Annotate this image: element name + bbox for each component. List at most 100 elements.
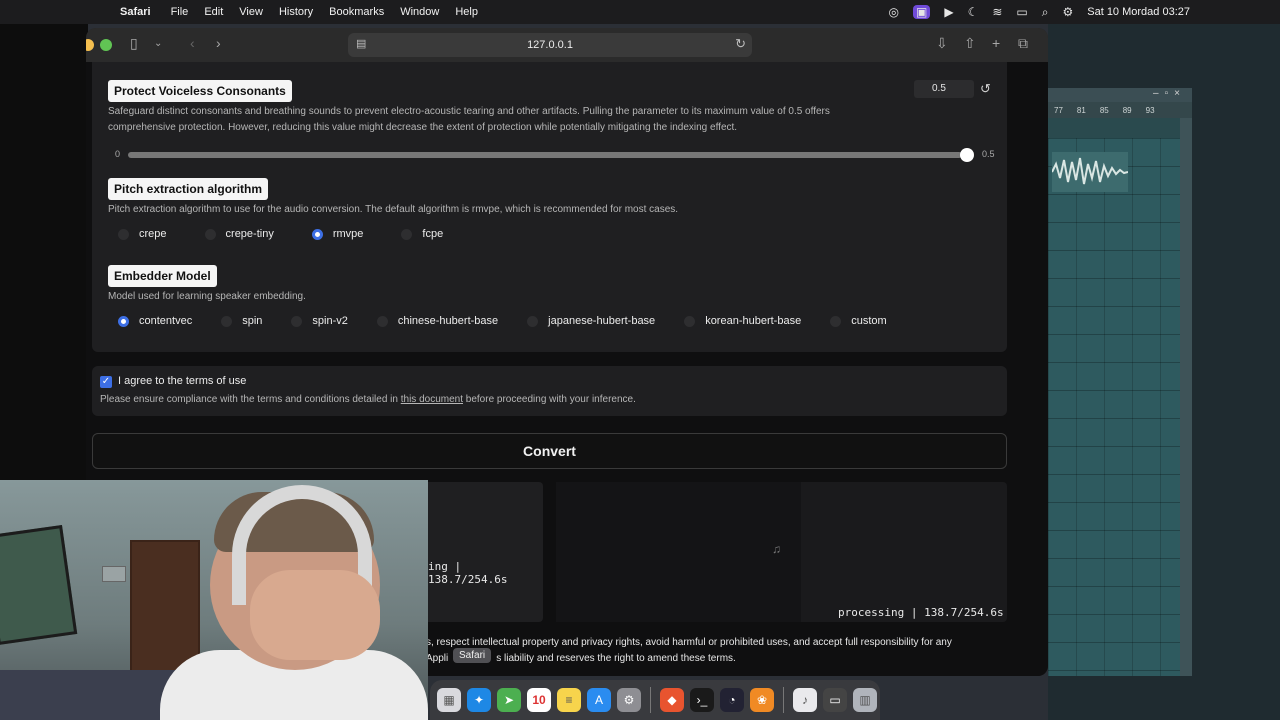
pitch-title: Pitch extraction algorithm [108, 178, 269, 200]
radio-dot[interactable] [291, 315, 303, 327]
radio-label: chinese-hubert-base [397, 315, 499, 327]
settings-card: Protect Voiceless Consonants Safeguard d… [92, 62, 1007, 352]
radio-dot[interactable] [830, 315, 842, 327]
terms-checkbox[interactable]: ✓ [100, 376, 112, 388]
maps-icon[interactable]: ➤ [497, 688, 521, 712]
menubar-clock[interactable]: Sat 10 Mordad 03:27 [1087, 6, 1190, 18]
terminal-icon[interactable]: ›_ [690, 688, 714, 712]
terms-label[interactable]: I agree to the terms of use [118, 375, 246, 387]
protect-slider-track[interactable] [128, 152, 962, 158]
radio-spin-v2[interactable]: spin-v2 [291, 315, 348, 327]
play-icon[interactable]: ▶ [944, 5, 953, 19]
protect-title: Protect Voiceless Consonants [108, 80, 292, 102]
radio-dot[interactable] [221, 315, 233, 327]
radio-label: crepe [139, 228, 167, 240]
minimize-button[interactable] [86, 39, 94, 51]
sidebar-toggle-icon[interactable]: ▯ [130, 35, 138, 52]
launchpad-icon[interactable]: ▦ [437, 688, 461, 712]
radio-dot-selected[interactable] [311, 228, 323, 240]
daw-window-buttons-icon[interactable]: –▫× [1153, 88, 1186, 99]
terms-desc-after: before proceeding with your inference. [463, 394, 636, 405]
radio-dot[interactable] [204, 228, 216, 240]
convert-button[interactable]: Convert [92, 433, 1007, 469]
creative-cloud-icon[interactable]: ◎ [889, 5, 899, 19]
radio-dot[interactable] [684, 315, 696, 327]
address-url[interactable]: 127.0.0.1 [348, 39, 752, 51]
chevron-down-icon[interactable]: ⌄ [154, 38, 162, 49]
menu-help[interactable]: Help [455, 6, 478, 18]
control-center-icon[interactable]: ⚙ [1062, 5, 1073, 19]
activity-monitor-icon[interactable]: ◔ [720, 688, 744, 712]
radio-dot-selected[interactable] [118, 315, 129, 327]
trash-icon[interactable]: ▥ [853, 688, 877, 712]
radio-fcpe[interactable]: fcpe [401, 228, 443, 240]
forward-icon[interactable]: › [216, 35, 221, 51]
radio-spin[interactable]: spin [221, 315, 262, 327]
ruler-mark: 93 [1145, 105, 1155, 115]
back-icon[interactable]: ‹ [190, 35, 195, 51]
menu-bookmarks[interactable]: Bookmarks [329, 6, 384, 18]
new-tab-icon[interactable]: + [992, 35, 1000, 51]
radio-korean-hubert-base[interactable]: korean-hubert-base [684, 315, 801, 327]
wifi-icon[interactable]: ≋ [992, 5, 1002, 19]
progress-text-right: processing | 138.7/254.6s [838, 606, 1004, 619]
spotlight-search-icon[interactable]: ⌕ [1042, 5, 1049, 20]
footer-line-1: s, respect intellectual property and pri… [426, 637, 952, 648]
terms-document-link[interactable]: this document [401, 394, 463, 405]
dock-separator [650, 687, 651, 713]
fl-studio-icon[interactable]: ❀ [750, 688, 774, 712]
radio-custom[interactable]: custom [830, 315, 887, 327]
audio-player-area[interactable] [556, 482, 801, 622]
notes-icon[interactable]: ≡ [557, 688, 581, 712]
radio-dot[interactable] [401, 228, 413, 240]
radio-dot[interactable] [527, 315, 539, 327]
safari-icon[interactable]: ✦ [467, 688, 491, 712]
tab-overview-icon[interactable]: ⧉ [1018, 35, 1028, 52]
share-icon[interactable]: ⇧ [964, 35, 976, 52]
music-note-icon: ♫ [772, 542, 781, 556]
reload-icon[interactable]: ↻ [735, 36, 746, 52]
daw-scrollbar[interactable] [1180, 118, 1192, 676]
focus-moon-icon[interactable]: ☾ [968, 5, 979, 19]
screen-record-icon[interactable]: ▣ [913, 5, 931, 19]
radio-label: japanese-hubert-base [548, 315, 656, 327]
menu-app-name[interactable]: Safari [120, 6, 151, 18]
daw-playlist-grid[interactable] [1048, 138, 1180, 676]
radio-label: custom [851, 315, 887, 327]
protect-value-input[interactable]: 0.5 [914, 80, 974, 98]
protect-slider-thumb[interactable] [960, 148, 974, 162]
brave-icon[interactable]: ◆ [660, 688, 684, 712]
downloads-icon[interactable]: ⇩ [936, 35, 948, 52]
ruler-mark: 77 [1054, 105, 1063, 115]
footer-line-2b: s liability and reserves the right to am… [496, 653, 736, 664]
radio-crepe-tiny[interactable]: crepe-tiny [204, 228, 274, 240]
embedder-options: contentvec spin spin-v2 chinese-hubert-b… [118, 315, 887, 327]
footer-line-2: Appli s liability and reserves the right … [426, 651, 1026, 667]
reset-icon[interactable]: ↺ [980, 81, 991, 97]
menu-window[interactable]: Window [400, 6, 439, 18]
battery-icon[interactable]: ▭ [1016, 5, 1027, 19]
music-file-icon[interactable]: ♪ [793, 688, 817, 712]
menu-edit[interactable]: Edit [204, 6, 223, 18]
menu-view[interactable]: View [239, 6, 263, 18]
address-bar[interactable]: ▤ 127.0.0.1 ↻ [348, 33, 752, 57]
menu-file[interactable]: File [171, 6, 189, 18]
zoom-button[interactable] [100, 39, 112, 51]
screen-window-icon[interactable]: ▭ [823, 688, 847, 712]
radio-dot[interactable] [376, 315, 388, 327]
embedder-description: Model used for learning speaker embeddin… [108, 291, 306, 302]
radio-chinese-hubert-base[interactable]: chinese-hubert-base [376, 315, 499, 327]
terms-footer-text: s, respect intellectual property and pri… [426, 635, 1026, 667]
calendar-icon[interactable]: 10 [527, 688, 551, 712]
desktop-background-left [0, 24, 88, 480]
radio-dot[interactable] [118, 228, 129, 240]
embedder-title: Embedder Model [108, 265, 217, 287]
waveform-icon[interactable] [1052, 152, 1128, 192]
radio-contentvec[interactable]: contentvec [118, 315, 192, 327]
radio-japanese-hubert-base[interactable]: japanese-hubert-base [527, 315, 655, 327]
radio-rmvpe[interactable]: rmvpe [311, 228, 363, 240]
menu-history[interactable]: History [279, 6, 313, 18]
radio-crepe[interactable]: crepe [118, 228, 167, 240]
app-store-icon[interactable]: A [587, 688, 611, 712]
system-settings-icon[interactable]: ⚙ [617, 688, 641, 712]
